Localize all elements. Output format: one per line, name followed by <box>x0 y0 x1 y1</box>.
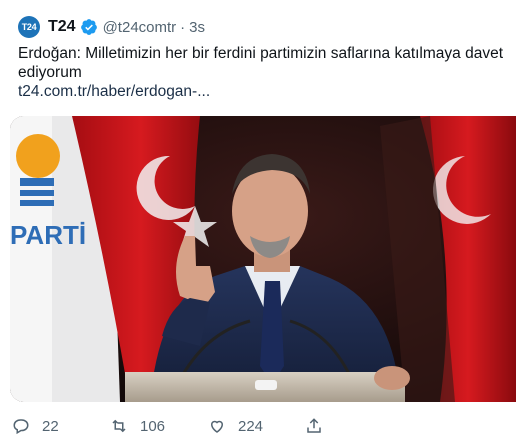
separator-dot: · <box>180 18 186 36</box>
photo-illustration: PARTİ <box>10 116 516 402</box>
tweet-link[interactable]: t24.com.tr/haber/erdogan-... <box>18 82 503 101</box>
banner-text: PARTİ <box>10 220 86 250</box>
tweet-text: Erdoğan: Milletimizin her bir ferdini pa… <box>18 44 503 101</box>
tweet-header: T24 T24 @t24comtr · 3s <box>18 14 205 40</box>
like-count: 224 <box>238 417 264 435</box>
timestamp[interactable]: 3s <box>189 19 205 36</box>
share-button[interactable] <box>305 412 323 440</box>
display-name[interactable]: T24 <box>48 18 76 36</box>
retweet-count: 106 <box>140 417 166 435</box>
tweet-text-line: ediyorum <box>18 64 82 81</box>
share-icon <box>307 418 321 433</box>
tweet-image[interactable]: PARTİ <box>10 116 516 402</box>
reply-button[interactable]: 22 <box>12 412 59 440</box>
tweet-actions: 22 106 224 <box>0 412 516 440</box>
tweet-text-line: Erdoğan: Milletimizin her bir ferdini pa… <box>18 45 504 62</box>
tweet-card[interactable]: T24 T24 @t24comtr · 3s Erdoğan: Milletim… <box>0 0 516 444</box>
like-button[interactable]: 224 <box>208 412 263 440</box>
retweet-button[interactable]: 106 <box>110 412 165 440</box>
reply-count: 22 <box>42 417 59 435</box>
retweet-icon <box>112 419 126 433</box>
verified-badge-icon <box>80 19 97 35</box>
like-icon <box>210 420 224 433</box>
user-handle[interactable]: @t24comtr <box>103 19 177 36</box>
avatar[interactable]: T24 <box>18 16 40 38</box>
reply-icon <box>13 419 29 435</box>
